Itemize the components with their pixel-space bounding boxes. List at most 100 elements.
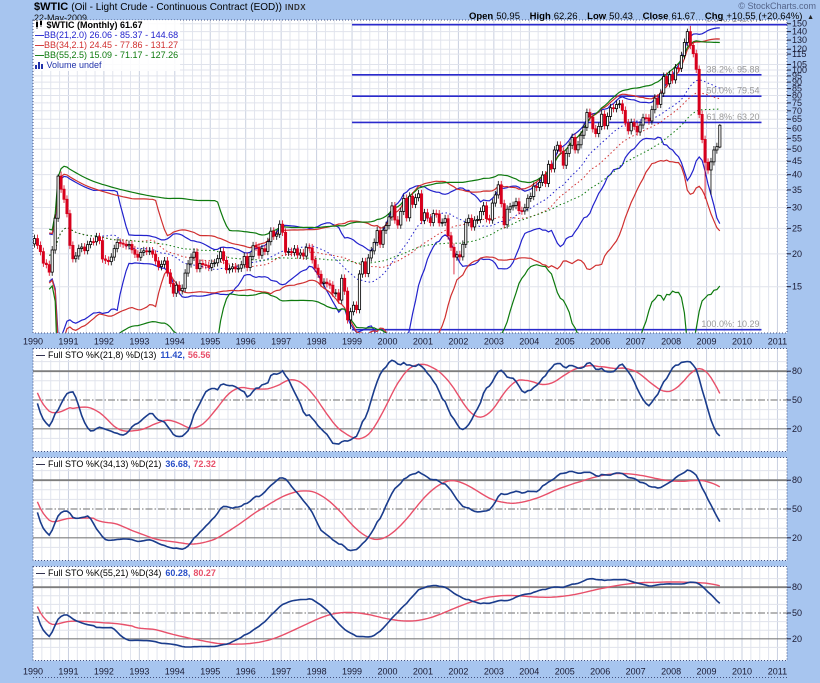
year-axis-label: 1999 <box>342 667 362 677</box>
price-axis-label: 115 <box>792 49 806 59</box>
year-axis-label: 2006 <box>590 337 610 347</box>
year-axis-label: 2003 <box>484 337 504 347</box>
stoch2-k-value: 36.68, <box>165 459 190 469</box>
year-axis-label: 2006 <box>590 667 610 677</box>
quote-bar: Open50.95 High62.26 Low50.43 Close61.67 … <box>469 11 814 22</box>
stoch1-line-swatch: — <box>36 350 45 360</box>
price-axis-label: 55 <box>792 133 802 143</box>
price-axis-label: 60 <box>792 123 802 133</box>
year-axis-label: 2003 <box>484 667 504 677</box>
legend-row-price: $WTIC (Monthly) 61.67 <box>35 20 178 30</box>
stoch1-d-value: 56.56 <box>188 350 211 360</box>
stoch2-line-swatch: — <box>36 459 45 469</box>
year-axis-label: 2004 <box>519 337 539 347</box>
stoch-panel-2-legend: —Full STO %K(34,13) %D(21) 36.68,72.32 <box>36 459 216 469</box>
exchange-label: INDX <box>285 3 306 12</box>
bb1-line-swatch: — <box>35 30 44 40</box>
stoch1-name: Full STO %K(21,8) %D(13) <box>48 350 156 360</box>
year-axis-label: 2005 <box>555 667 575 677</box>
open-value: 50.95 <box>496 11 520 22</box>
year-axis-label: 1990 <box>23 337 43 347</box>
legend-row-bb2: —BB(34,2.1) 24.45 - 77.86 - 131.27 <box>35 40 178 50</box>
year-axis-label: 2009 <box>697 337 717 347</box>
price-axis-label: 30 <box>792 203 802 213</box>
year-axis-label: 1996 <box>236 337 256 347</box>
year-axis-label: 2010 <box>732 337 752 347</box>
high-value: 62.26 <box>554 11 578 22</box>
stoch1-k-value: 11.42, <box>160 350 185 360</box>
year-axis-label: 1998 <box>307 337 327 347</box>
price-axis-label: 35 <box>792 185 802 195</box>
year-axis-label: 1992 <box>94 337 114 347</box>
stoch2-name: Full STO %K(34,13) %D(21) <box>48 459 161 469</box>
year-axis-label: 1990 <box>23 667 43 677</box>
year-axis-label: 2011 <box>768 337 787 347</box>
year-axis-label: 2005 <box>555 337 575 347</box>
price-axis-label: 45 <box>792 156 802 166</box>
fib-label: 38.2%: 95.88 <box>706 64 759 74</box>
year-axis-label: 2000 <box>377 667 397 677</box>
symbol-description: (Oil - Light Crude - Continuous Contract… <box>71 2 282 13</box>
year-axis-label: 1994 <box>165 337 185 347</box>
chart-window: 0.0%: 148.7738.2%: 95.8850.0%: 79.5461.8… <box>0 0 820 683</box>
year-axis-label: 1996 <box>236 667 256 677</box>
price-legend-text: $WTIC (Monthly) 61.67 <box>47 20 143 30</box>
fib-label: 61.8%: 63.20 <box>706 112 759 122</box>
year-axis-label: 2011 <box>768 667 787 677</box>
year-axis-label: 2000 <box>377 337 397 347</box>
price-axis-label: 15 <box>792 282 802 292</box>
stoch-axis-label: 80 <box>792 366 802 376</box>
stoch-axis-label: 20 <box>792 533 802 543</box>
price-axis-label: 40 <box>792 170 802 180</box>
year-axis-label: 2002 <box>448 337 468 347</box>
year-axis-label: 1995 <box>200 667 220 677</box>
year-axis-label: 2007 <box>626 667 646 677</box>
stoch2-d-value: 72.32 <box>193 459 216 469</box>
price-legend: $WTIC (Monthly) 61.67 —BB(21,2.0) 26.06 … <box>35 20 180 71</box>
legend-row-volume: Volume undef <box>35 60 178 70</box>
year-axis-label: 1993 <box>129 337 149 347</box>
bb3-legend-text: BB(55,2.5) 15.09 - 71.17 - 127.26 <box>44 50 178 60</box>
stoch-axis-label: 50 <box>792 395 802 405</box>
chart-title: $WTIC (Oil - Light Crude - Continuous Co… <box>34 1 306 13</box>
price-axis-label: 50 <box>792 144 802 154</box>
legend-row-bb1: —BB(21,2.0) 26.06 - 85.37 - 144.68 <box>35 30 178 40</box>
legend-row-bb3: —BB(55,2.5) 15.09 - 71.17 - 127.26 <box>35 50 178 60</box>
volume-icon <box>35 61 44 71</box>
year-axis-label: 1995 <box>200 337 220 347</box>
volume-legend-text: Volume undef <box>47 60 102 70</box>
bb3-line-swatch: — <box>35 50 44 60</box>
low-label: Low <box>587 11 606 22</box>
year-axis-label: 2009 <box>697 667 717 677</box>
year-axis-label: 1991 <box>58 337 78 347</box>
open-label: Open <box>469 11 493 22</box>
stoch-axis-label: 50 <box>792 504 802 514</box>
high-label: High <box>530 11 551 22</box>
bb2-legend-text: BB(34,2.1) 24.45 - 77.86 - 131.27 <box>44 40 178 50</box>
year-axis-label: 2010 <box>732 667 752 677</box>
stoch3-k-value: 60.28, <box>165 568 190 578</box>
fib-label: 50.0%: 79.54 <box>706 86 759 96</box>
stoch-panel-1-legend: —Full STO %K(21,8) %D(13) 11.42,56.56 <box>36 350 210 360</box>
stoch-axis-label: 80 <box>792 475 802 485</box>
change-value: +10.55 (+20.64%) <box>726 11 802 22</box>
copyright: © StockCharts.com <box>738 1 816 11</box>
symbol-label: $WTIC <box>34 1 68 13</box>
stoch-axis-label: 20 <box>792 424 802 434</box>
year-axis-label: 1998 <box>307 667 327 677</box>
fib-label: 100.0%: 10.29 <box>701 319 759 329</box>
stoch-axis-label: 80 <box>792 582 802 592</box>
up-arrow-icon: ▲ <box>807 14 814 21</box>
stoch3-line-swatch: — <box>36 568 45 578</box>
year-axis-label: 2008 <box>661 337 681 347</box>
year-axis-label: 2001 <box>413 337 433 347</box>
year-axis-label: 2008 <box>661 667 681 677</box>
year-axis-label: 2001 <box>413 667 433 677</box>
stoch-axis-label: 20 <box>792 634 802 644</box>
chart-canvas: 0.0%: 148.7738.2%: 95.8850.0%: 79.5461.8… <box>0 0 820 683</box>
change-label: Chg <box>705 11 723 22</box>
year-axis-label: 1997 <box>271 337 291 347</box>
year-axis-label: 1993 <box>129 667 149 677</box>
bb2-line-swatch: — <box>35 40 44 50</box>
stoch-axis-label: 50 <box>792 608 802 618</box>
